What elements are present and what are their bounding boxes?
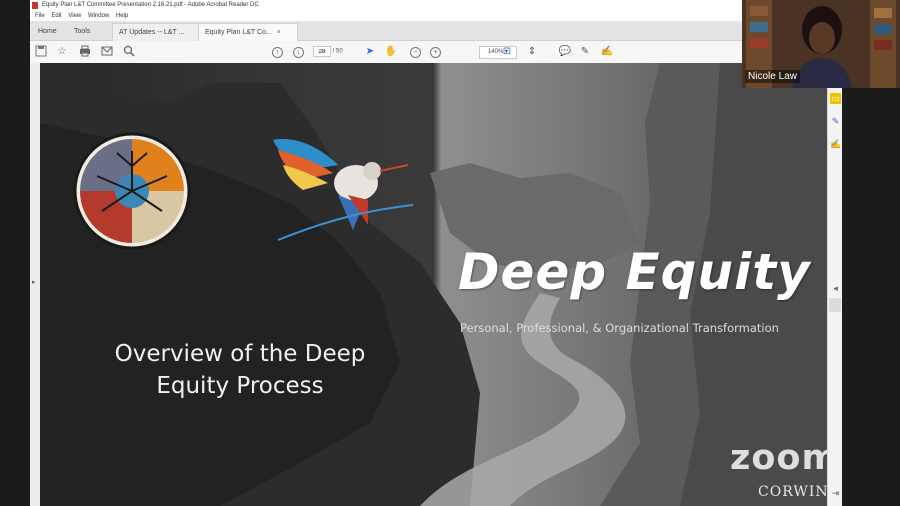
left-panel: ▸ xyxy=(30,63,40,506)
comment-tool-icon[interactable]: ▭ xyxy=(830,93,841,104)
previous-page-icon[interactable]: ↑ xyxy=(272,47,283,58)
expand-panel-icon[interactable]: ⇥ xyxy=(830,488,841,499)
select-cursor-icon[interactable]: ➤ xyxy=(363,45,377,59)
menu-bar: File Edit View Window Help xyxy=(30,11,842,21)
page-navigator: / 50 xyxy=(313,46,343,57)
right-tool-panel: ▭ ✎ ✍ ◂ ⇥ xyxy=(827,63,842,506)
acrobat-window: Equity Plan L&T Committee Presentation 2… xyxy=(30,0,842,506)
page-number-input[interactable] xyxy=(313,46,331,57)
menu-edit[interactable]: Edit xyxy=(51,11,61,21)
overview-line-1: Overview of the Deep xyxy=(114,341,366,367)
highlight-tool-icon[interactable]: ✎ xyxy=(830,116,841,127)
scrollbar-thumb[interactable] xyxy=(829,298,841,312)
zoom-watermark: zoom xyxy=(730,438,827,478)
mail-icon[interactable] xyxy=(100,45,114,59)
tab-tools-label: Tools xyxy=(74,28,91,35)
next-page-icon[interactable]: ↓ xyxy=(293,47,304,58)
title-bar: Equity Plan L&T Committee Presentation 2… xyxy=(30,0,842,11)
deep-equity-emblem xyxy=(73,132,191,250)
slide-page: Deep Equity Personal, Professional, & Or… xyxy=(40,63,827,506)
menu-window[interactable]: Window xyxy=(88,11,109,21)
menu-view[interactable]: View xyxy=(68,11,81,21)
overview-line-2: Equity Process xyxy=(156,373,324,399)
toolbar: ☆ ↑ ↓ / 50 ➤ ✋ − + 140% ▾ ⊡ ⇕ 💬 ✎ ✍ xyxy=(30,41,842,64)
search-icon[interactable] xyxy=(122,45,136,59)
participant-name-label: Nicole Law xyxy=(745,70,800,83)
page-total: / 50 xyxy=(332,48,343,55)
collapse-right-panel-icon[interactable]: ◂ xyxy=(830,283,841,294)
hummingbird-illustration xyxy=(273,139,414,241)
pen-icon[interactable]: ✎ xyxy=(578,45,592,59)
print-icon[interactable] xyxy=(78,45,92,59)
tab-tools[interactable]: Tools xyxy=(68,23,96,40)
slide-title: Deep Equity xyxy=(458,243,811,301)
corwin-logo: CORWIN xyxy=(758,484,827,500)
overview-heading: Overview of the Deep Equity Process xyxy=(90,338,390,402)
tab-document-equity-plan[interactable]: Equity Plan L&T Co... × xyxy=(198,23,298,41)
tab-home[interactable]: Home xyxy=(32,23,63,40)
fill-sign-tool-icon[interactable]: ✍ xyxy=(830,139,841,150)
close-tab-icon[interactable]: × xyxy=(277,29,281,36)
zoom-in-icon[interactable]: + xyxy=(430,47,441,58)
zoom-out-icon[interactable]: − xyxy=(410,47,421,58)
slide-subtitle: Personal, Professional, & Organizational… xyxy=(460,321,779,335)
page-fit-icon[interactable]: ⊡ xyxy=(500,45,514,59)
window-title: Equity Plan L&T Committee Presentation 2… xyxy=(42,2,259,8)
sign-icon[interactable]: ✍ xyxy=(600,45,614,59)
star-icon[interactable]: ☆ xyxy=(55,45,69,59)
tab-document-label: AT Updates -- L&T ... xyxy=(119,29,185,36)
pdf-app-icon xyxy=(32,2,38,9)
tab-bar: Home Tools AT Updates -- L&T ... Equity … xyxy=(30,21,842,41)
comment-icon[interactable]: 💬 xyxy=(558,45,572,59)
tab-home-label: Home xyxy=(38,28,57,35)
menu-help[interactable]: Help xyxy=(116,11,128,21)
tab-document-at-updates[interactable]: AT Updates -- L&T ... xyxy=(112,23,208,41)
menu-file[interactable]: File xyxy=(35,11,45,21)
scroll-mode-icon[interactable]: ⇕ xyxy=(525,45,539,59)
hand-tool-icon[interactable]: ✋ xyxy=(384,45,398,59)
expand-left-panel-icon[interactable]: ▸ xyxy=(32,278,36,286)
participant-webcam-video: Nicole Law xyxy=(742,0,900,88)
tab-document-label: Equity Plan L&T Co... xyxy=(205,29,272,36)
save-icon[interactable] xyxy=(34,45,48,59)
